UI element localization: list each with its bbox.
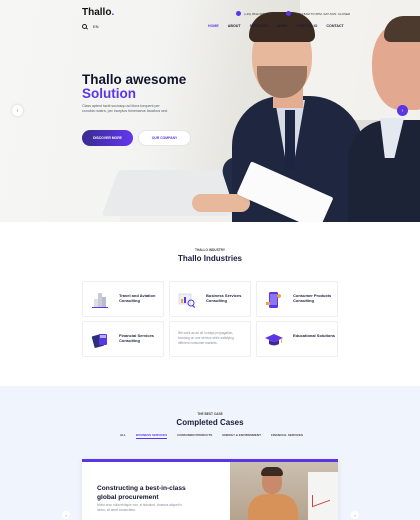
industry-card-education[interactable]: Educational Solutions — [256, 321, 338, 357]
case-card[interactable]: Constructing a best-in-class global proc… — [82, 459, 338, 520]
slider-next-button[interactable]: › — [397, 105, 408, 116]
filter-energy-environment[interactable]: ENERGY & ENVIRONMENT — [222, 433, 261, 439]
industry-card-consumer[interactable]: Consumer Products Consulting — [256, 281, 338, 317]
nav-item-news[interactable]: NEWS — [277, 24, 288, 28]
industry-card-business[interactable]: Business Services Consulting — [169, 281, 251, 317]
presenter-hair — [261, 467, 283, 476]
hero-description: Class aptent taciti sociosqu ad litora t… — [82, 104, 168, 114]
chevron-right-icon: › — [354, 512, 356, 518]
chevron-left-icon: ‹ — [65, 512, 67, 518]
man-tie — [285, 110, 295, 170]
phone-text: (+91) 0512-0000-0000 (24/7) — [244, 11, 283, 16]
phone-icon — [236, 11, 241, 16]
calculator-icon — [91, 334, 107, 348]
discover-more-button[interactable]: DISCOVER MORE — [82, 130, 133, 146]
hero-title-highlight: Solution — [82, 86, 136, 101]
industry-text: We work as an all in ways propagation, f… — [178, 331, 234, 345]
case-filters: ALL BUSINESS SERVICES CONSUMER PRODUCTS … — [120, 433, 303, 439]
nav-item-home[interactable]: HOME — [208, 24, 219, 28]
nav-item-portfolio[interactable]: PORTFOLIO — [296, 24, 317, 28]
our-company-button[interactable]: OUR COMPANY — [138, 130, 191, 146]
nav-utilities: EN — [82, 24, 99, 29]
logo[interactable]: Thallo. — [82, 7, 114, 18]
main-nav: HOME ABOUT SERVICES NEWS PORTFOLIO CONTA… — [208, 24, 344, 28]
graduation-cap-icon — [265, 334, 283, 346]
magnifier-chart-icon — [178, 293, 196, 308]
industry-label: Consumer Products Consulting — [293, 293, 332, 304]
filter-all[interactable]: ALL — [120, 433, 126, 439]
industry-label: Financial Services Consulting — [119, 333, 154, 344]
building-icon — [92, 293, 108, 308]
topbar-hours: FROM 8AM TO 6PM, SAT-SUN: CLOSED — [286, 11, 350, 16]
industry-label: Travel and Aviation Consulting — [119, 293, 156, 304]
nav-item-services[interactable]: SERVICES — [250, 24, 268, 28]
industry-card-financial[interactable]: Financial Services Consulting — [82, 321, 164, 357]
hero-title: Thallo awesome — [82, 72, 187, 87]
case-title: Constructing a best-in-class global proc… — [97, 485, 186, 501]
mobile-shopping-icon — [266, 292, 281, 308]
cases-eyebrow: THE BEST CASE — [197, 412, 223, 416]
filter-financial-services[interactable]: FINANCIAL SERVICES — [271, 433, 303, 439]
industry-label: Business Services Consulting — [206, 293, 242, 304]
nav-item-contact[interactable]: CONTACT — [326, 24, 343, 28]
industry-text-card: We work as an all in ways propagation, f… — [169, 321, 251, 357]
chevron-right-icon: › — [401, 107, 404, 114]
filter-consumer-products[interactable]: CONSUMER PRODUCTS — [177, 433, 212, 439]
case-description: Morbi arcu nulla tristique non, in tinci… — [97, 503, 183, 512]
industries-title: Thallo Industries — [177, 254, 242, 263]
chevron-left-icon: ‹ — [16, 107, 19, 114]
industry-card-travel[interactable]: Travel and Aviation Consulting — [82, 281, 164, 317]
industries-eyebrow: THALLO INDUSTRY — [195, 248, 225, 252]
logo-text: Thallo — [82, 7, 112, 18]
nav-item-about[interactable]: ABOUT — [228, 24, 241, 28]
logo-dot: . — [111, 7, 115, 18]
search-icon[interactable] — [82, 24, 87, 29]
topbar-phone: (+91) 0512-0000-0000 (24/7) — [236, 11, 283, 16]
cases-next-button[interactable]: › — [351, 511, 359, 519]
slider-prev-button[interactable]: ‹ — [12, 105, 23, 116]
industry-label: Educational Solutions — [293, 333, 336, 338]
language-selector[interactable]: EN — [93, 24, 99, 29]
hours-text: FROM 8AM TO 6PM, SAT-SUN: CLOSED — [294, 11, 351, 16]
hero-section — [0, 0, 420, 222]
filter-business-services[interactable]: BUSINESS SERVICES — [135, 433, 168, 439]
cases-prev-button[interactable]: ‹ — [62, 511, 70, 519]
clock-icon — [286, 11, 291, 16]
presenter-body — [248, 494, 298, 520]
case-image — [230, 462, 338, 520]
cases-title: Completed Cases — [176, 418, 244, 427]
